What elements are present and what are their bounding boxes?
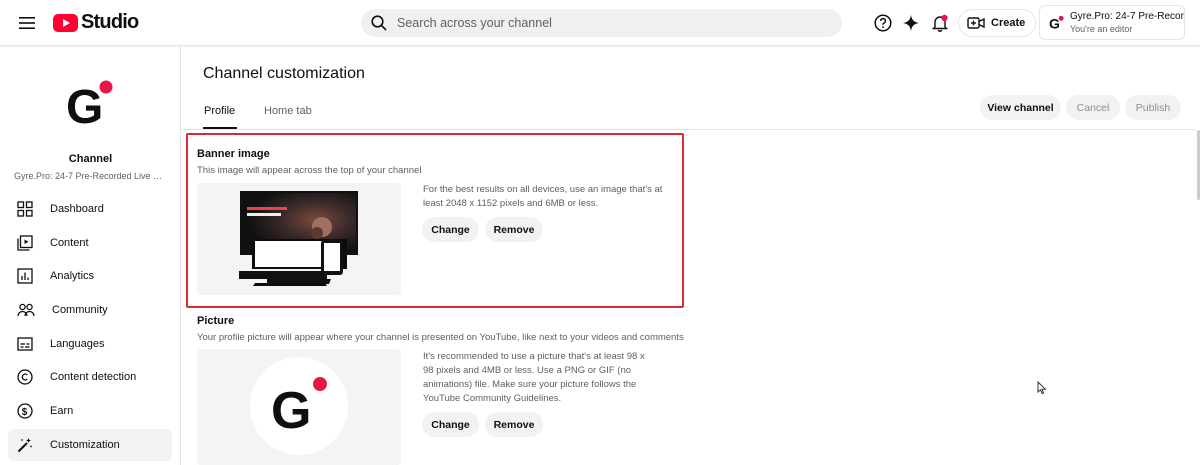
top-bar: Studio Create G Gyre.Pro: 24-7 Pre-Recor… [0, 0, 1200, 46]
menu-icon[interactable] [14, 10, 40, 36]
sidebar-item-label: Community [52, 304, 108, 316]
mouse-cursor-icon [1037, 381, 1047, 395]
picture-change-button[interactable]: Change [422, 412, 479, 437]
sidebar-item-label: Dashboard [50, 203, 104, 215]
picture-section-description: Your profile picture will appear where y… [197, 332, 684, 343]
banner-devices-illustration [239, 191, 358, 286]
svg-text:G: G [66, 81, 103, 128]
customization-icon [17, 438, 33, 453]
sparkle-icon[interactable] [899, 11, 923, 35]
create-video-icon [967, 17, 985, 29]
channel-name: Gyre.Pro: 24-7 Pre-Recorded Live Str... [14, 171, 172, 181]
account-switcher[interactable]: G Gyre.Pro: 24-7 Pre-Recor... You're an … [1039, 5, 1185, 40]
sidebar-item-customization[interactable]: Customization [8, 429, 172, 461]
content-detection-icon [17, 369, 33, 385]
banner-section-title: Banner image [197, 148, 270, 160]
channel-label: Channel [68, 153, 113, 165]
publish-button[interactable]: Publish [1125, 95, 1181, 120]
sidebar-item-label: Customization [50, 439, 120, 451]
banner-change-button[interactable]: Change [422, 217, 479, 242]
banner-remove-button[interactable]: Remove [485, 217, 543, 242]
notifications-icon[interactable] [928, 11, 952, 35]
search-bar[interactable] [361, 9, 842, 37]
banner-section-description: This image will appear across the top of… [197, 165, 422, 176]
dashboard-icon [17, 201, 33, 217]
youtube-logo-icon [53, 13, 78, 32]
account-info: Gyre.Pro: 24-7 Pre-Recor... You're an ed… [1070, 11, 1184, 35]
channel-avatar-icon: G [1049, 15, 1064, 31]
sidebar-item-label: Content detection [50, 371, 137, 383]
sidebar-item-community[interactable]: Community [8, 294, 172, 326]
earn-icon: $ [17, 403, 33, 419]
languages-icon [17, 337, 33, 351]
sidebar-item-content-detection[interactable]: Content detection [8, 361, 172, 393]
main-content: Channel customization Profile Home tab V… [181, 46, 1200, 465]
tab-home[interactable]: Home tab [264, 105, 312, 129]
cancel-button[interactable]: Cancel [1066, 95, 1120, 120]
page-title: Channel customization [203, 65, 365, 82]
account-role: You're an editor [1069, 23, 1133, 34]
svg-text:$: $ [22, 407, 28, 418]
banner-info-text: For the best results on all devices, use… [423, 184, 663, 209]
studio-logo[interactable]: Studio [53, 11, 139, 34]
svg-text:G: G [1049, 15, 1060, 30]
search-icon [371, 15, 387, 31]
account-name: Gyre.Pro: 24-7 Pre-Recor... [1069, 10, 1184, 22]
sidebar-item-label: Analytics [50, 270, 95, 282]
sidebar-item-content[interactable]: Content [8, 227, 172, 259]
picture-section-title: Picture [197, 315, 235, 327]
sidebar-item-label: Earn [50, 405, 74, 417]
tabs-divider [181, 129, 1196, 130]
sidebar-item-label: Content [50, 237, 89, 249]
picture-preview: G [197, 349, 401, 465]
channel-logo-icon[interactable]: G [62, 78, 117, 128]
banner-preview [197, 183, 401, 295]
sidebar-item-dashboard[interactable]: Dashboard [8, 193, 172, 225]
picture-info-text: It's recommended to use a picture that's… [423, 351, 645, 404]
community-icon [17, 303, 35, 317]
tab-profile[interactable]: Profile [204, 105, 235, 129]
svg-text:G: G [271, 382, 311, 440]
search-input[interactable] [397, 16, 817, 30]
studio-logo-text: Studio [81, 11, 139, 33]
picture-remove-button[interactable]: Remove [485, 412, 543, 437]
sidebar-item-label: Languages [50, 338, 105, 350]
sidebar-item-languages[interactable]: Languages [8, 328, 172, 360]
help-icon[interactable] [871, 11, 895, 35]
content-icon [17, 235, 33, 251]
profile-picture-preview: G [250, 357, 348, 455]
sidebar-item-earn[interactable]: $ Earn [8, 395, 172, 427]
create-button[interactable]: Create [958, 9, 1037, 37]
analytics-icon [17, 268, 33, 284]
create-button-label: Create [991, 17, 1026, 29]
sidebar: G Channel Gyre.Pro: 24-7 Pre-Recorded Li… [0, 46, 181, 465]
sidebar-item-analytics[interactable]: Analytics [8, 260, 172, 292]
view-channel-button[interactable]: View channel [980, 95, 1061, 120]
